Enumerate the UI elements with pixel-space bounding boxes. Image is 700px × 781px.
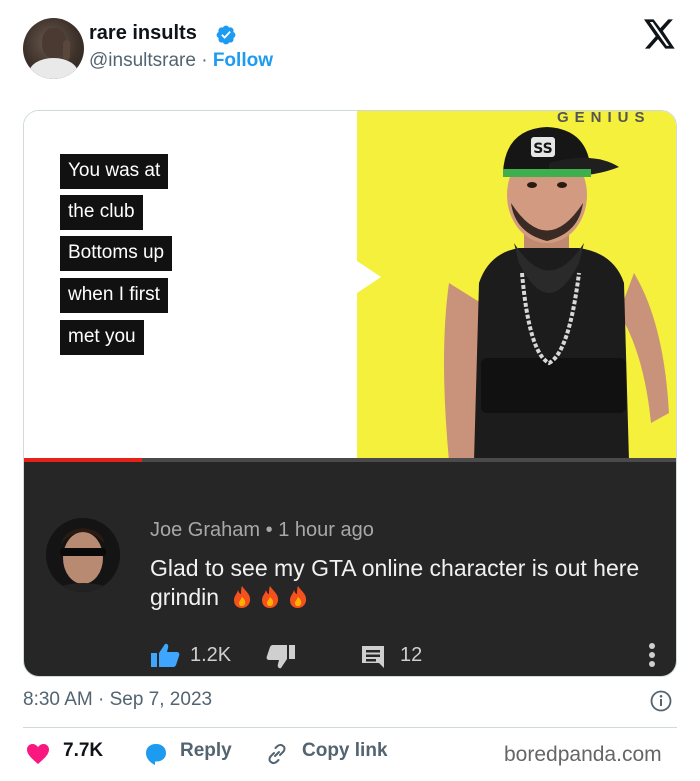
author-avatar[interactable]: [23, 18, 84, 79]
thumbs-down-icon[interactable]: [266, 644, 296, 670]
more-options-icon[interactable]: [646, 640, 658, 670]
tweet-header: rare insults @insultsrare · Follow: [0, 0, 700, 100]
comment-panel: Joe Graham • 1 hour ago Glad to see my G…: [24, 462, 676, 676]
fire-icon: [262, 586, 279, 608]
commenter-avatar[interactable]: [46, 518, 120, 592]
copy-link-button[interactable]: Copy link: [302, 740, 388, 762]
comment-actions: 1.2K 12: [150, 640, 660, 670]
author-handle[interactable]: @insultsrare: [89, 50, 196, 71]
lyric-line: met you: [60, 320, 144, 355]
lyric-line: Bottoms up: [60, 236, 173, 271]
panel-notch: [357, 261, 381, 293]
comment-time: 1 hour ago: [278, 519, 374, 541]
video-frame[interactable]: GENIUS You was at the club Bottoms up wh…: [24, 111, 676, 462]
comment-author[interactable]: Joe Graham: [150, 519, 260, 541]
follow-button[interactable]: Follow: [213, 50, 273, 71]
separator: ·: [195, 50, 213, 71]
reply-button[interactable]: Reply: [180, 740, 232, 762]
x-logo-icon[interactable]: [644, 19, 676, 49]
tweet-timestamp[interactable]: 8:30 AM · Sep 7, 2023: [23, 689, 212, 711]
comment-text: Glad to see my GTA online character is o…: [150, 554, 660, 612]
handle-line: @insultsrare · Follow: [89, 50, 273, 72]
comment-like-count: 1.2K: [190, 644, 232, 666]
watermark: boredpanda.com: [504, 743, 662, 766]
fire-icon: [290, 586, 307, 608]
lyric-line: You was at: [60, 154, 169, 189]
artist-figure: SS: [444, 127, 669, 461]
comment-meta: Joe Graham • 1 hour ago: [150, 519, 374, 541]
author-name[interactable]: rare insults: [89, 22, 197, 45]
heart-icon[interactable]: [26, 743, 50, 765]
comment-reply-icon[interactable]: [360, 644, 386, 670]
comment-body: Glad to see my GTA online character is o…: [150, 555, 640, 610]
info-icon[interactable]: [650, 690, 672, 712]
link-icon[interactable]: [265, 742, 289, 766]
verified-badge-icon: [216, 25, 236, 45]
svg-text:SS: SS: [533, 141, 553, 157]
divider: [23, 727, 677, 728]
thumbs-up-icon[interactable]: [150, 642, 180, 668]
reply-bubble-icon[interactable]: [144, 742, 168, 766]
lyric-line: when I first: [60, 278, 168, 313]
fire-icon: [234, 586, 251, 608]
lyric-line: the club: [60, 195, 143, 230]
media-card[interactable]: GENIUS You was at the club Bottoms up wh…: [23, 110, 677, 677]
comment-reply-count: 12: [400, 644, 423, 666]
like-count[interactable]: 7.7K: [63, 740, 103, 762]
